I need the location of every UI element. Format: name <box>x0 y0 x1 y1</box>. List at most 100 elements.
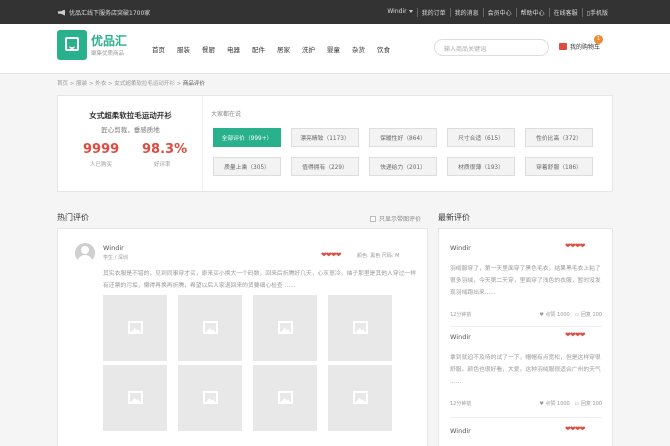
nav-item-misc[interactable]: 杂货 <box>352 44 365 54</box>
chevron-down-icon <box>408 10 413 13</box>
image-placeholder-icon <box>203 321 218 334</box>
top-bar: 优品汇线下服务店突破1700家 Windir 我的订单 我的消息 会员中心 帮助… <box>0 0 670 24</box>
image-placeholder-icon <box>353 321 368 334</box>
reply-count[interactable]: 回复 100 <box>581 312 602 318</box>
product-slogan: 匠心剪裁，垂感质地 <box>101 126 160 134</box>
latest-text: 拿到就迫不及待的试了一下，帽帽有点宽松，但是这样穿很舒服。颜色也很好看，大爱。这… <box>450 355 601 385</box>
reply-icon[interactable]: ▭ <box>575 401 580 407</box>
latest-user[interactable]: Windir <box>450 244 471 252</box>
tags-title: 大家都在说 <box>211 111 242 118</box>
review-tag[interactable]: 材质很薄（193） <box>447 157 515 176</box>
top-link-orders[interactable]: 我的订单 <box>416 8 450 17</box>
review-image[interactable] <box>328 295 392 361</box>
nav-item-clothing[interactable]: 服装 <box>177 44 190 54</box>
header: 优品汇 聚集优质商品 首页 服装 餐厨 电器 配件 居家 洗护 婴童 杂货 饮食… <box>0 24 670 74</box>
like-icon[interactable]: ♥ <box>539 401 543 407</box>
nav-item-care[interactable]: 洗护 <box>302 44 315 54</box>
review-image[interactable] <box>103 365 167 431</box>
like-count[interactable]: 点赞 1000 <box>545 312 569 318</box>
divider <box>450 417 602 418</box>
main-nav: 首页 服装 餐厨 电器 配件 居家 洗护 婴童 杂货 饮食 <box>152 44 390 54</box>
nav-item-home[interactable]: 首页 <box>152 44 165 54</box>
cart-count-badge: 1 <box>594 35 603 44</box>
review-tag[interactable]: 保暖性好（864） <box>369 128 437 147</box>
latest-footer: 12分钟前 ♥ 点赞 1000 ▭ 回复 100 <box>450 400 602 407</box>
review-user[interactable]: Windir <box>103 244 124 252</box>
cart-button[interactable]: 我的购物车 <box>559 42 600 51</box>
review-image[interactable] <box>253 295 317 361</box>
image-placeholder-icon <box>128 391 143 404</box>
top-user-name[interactable]: Windir <box>387 8 406 15</box>
search-placeholder: 输入商品关键词 <box>444 46 487 53</box>
review-image[interactable] <box>178 365 242 431</box>
product-stats: 女式超柔软拉毛运动开衫 匠心剪裁，垂感质地 9999 人已购买 98.3% 好评… <box>58 96 203 191</box>
latest-actions: ♥ 点赞 1000 ▭ 回复 100 <box>539 400 602 407</box>
reply-icon[interactable]: ▭ <box>575 312 580 318</box>
only-images-label[interactable]: 只显示带图评价 <box>379 214 421 223</box>
review-image[interactable] <box>178 295 242 361</box>
latest-reviews-title: 最新评价 <box>438 213 470 222</box>
nav-item-baby[interactable]: 婴童 <box>327 44 340 54</box>
review-tag[interactable]: 尺寸合适（615） <box>447 128 515 147</box>
top-user-menu[interactable]: Windir <box>383 8 416 17</box>
nav-item-appliances[interactable]: 电器 <box>227 44 240 54</box>
review-user-info: 学生 / 深圳 <box>103 255 128 261</box>
nav-item-food[interactable]: 饮食 <box>377 44 390 54</box>
brand-name[interactable]: 优品汇 <box>91 32 127 49</box>
cart-icon <box>559 43 567 50</box>
breadcrumb-current: 商品评价 <box>182 81 205 87</box>
review-rating: ❤❤❤❤ <box>321 251 341 259</box>
image-placeholder-icon <box>203 391 218 404</box>
review-tag[interactable]: 快递给力（201） <box>369 157 437 176</box>
top-link-help[interactable]: 帮助中心 <box>515 8 549 17</box>
like-icon[interactable]: ♥ <box>539 312 543 318</box>
brand-tagline: 聚集优质商品 <box>91 51 125 57</box>
like-count[interactable]: 点赞 1000 <box>545 401 569 407</box>
review-tag-all[interactable]: 全部评价（999+） <box>213 128 281 147</box>
review-tag[interactable]: 质量上乘（305） <box>213 157 281 176</box>
only-images-checkbox[interactable] <box>370 215 376 222</box>
nav-item-kitchen[interactable]: 餐厨 <box>202 44 215 54</box>
latest-rating: ❤❤❤❤ <box>565 425 585 433</box>
review-image[interactable] <box>103 295 167 361</box>
image-placeholder-icon <box>278 391 293 404</box>
latest-time: 12分钟前 <box>450 401 472 407</box>
search-input[interactable]: 输入商品关键词 <box>434 39 549 56</box>
only-images-filter[interactable]: 只显示带图评价 <box>370 214 421 223</box>
latest-text: 羽绒服穿了，第一天里面穿了黑色毛衣，结果黑毛衣上粘了很多羽绒，今天第二天穿，里面… <box>450 266 601 296</box>
review-tag[interactable]: 性价比高（372） <box>525 128 593 147</box>
review-tag[interactable]: 穿着舒服（186） <box>525 157 593 176</box>
nav-item-accessories[interactable]: 配件 <box>252 44 265 54</box>
review-image[interactable] <box>328 365 392 431</box>
top-link-mobile[interactable]: ▯手机版 <box>581 8 612 17</box>
nav-item-home-living[interactable]: 居家 <box>277 44 290 54</box>
reply-count[interactable]: 回复 100 <box>581 401 602 407</box>
latest-footer: 12分钟前 ♥ 点赞 1000 ▭ 回复 100 <box>450 311 602 318</box>
review-tag[interactable]: 值得拥有（229） <box>291 157 359 176</box>
speaker-icon <box>58 9 65 16</box>
top-link-mobile-label[interactable]: 手机版 <box>590 10 608 17</box>
latest-time: 12分钟前 <box>450 312 472 318</box>
latest-user[interactable]: Windir <box>450 333 471 341</box>
review-tag-list: 全部评价（999+） 漂亮睛致（1173） 保暖性好（864） 尺寸合适（615… <box>213 128 609 176</box>
image-placeholder-icon <box>128 321 143 334</box>
top-link-member[interactable]: 会员中心 <box>482 8 516 17</box>
top-link-messages[interactable]: 我的消息 <box>449 8 483 17</box>
divider <box>450 326 602 327</box>
latest-actions: ♥ 点赞 1000 ▭ 回复 100 <box>539 311 602 318</box>
buyers-label: 人已购买 <box>90 162 113 168</box>
review-image[interactable] <box>253 365 317 431</box>
latest-user[interactable]: Windir <box>450 427 471 435</box>
breadcrumb-path[interactable]: 首页 > 服装 > 外衣 > 女式超柔软拉毛运动开衫 > <box>57 81 183 87</box>
logo-icon[interactable] <box>57 30 87 60</box>
positive-rate-label: 好评率 <box>154 162 171 168</box>
review-tag[interactable]: 漂亮睛致（1173） <box>291 128 359 147</box>
image-placeholder-icon <box>278 321 293 334</box>
hot-review-panel: Windir 学生 / 深圳 ❤❤❤❤ 颜色: 黑色 尺码: M 其实衣服是不错… <box>57 228 428 446</box>
latest-rating: ❤❤❤❤ <box>565 242 585 250</box>
review-spec: 颜色: 黑色 尺码: M <box>357 253 400 259</box>
latest-review-panel: Windir ❤❤❤❤ 羽绒服穿了，第一天里面穿了黑色毛衣，结果黑毛衣上粘了很多… <box>438 228 613 446</box>
breadcrumb: 首页 > 服装 > 外衣 > 女式超柔软拉毛运动开衫 > 商品评价 <box>57 79 205 87</box>
top-link-service[interactable]: 在线客服 <box>548 8 582 17</box>
top-notice: 优品汇线下服务店突破1700家 <box>58 8 150 17</box>
